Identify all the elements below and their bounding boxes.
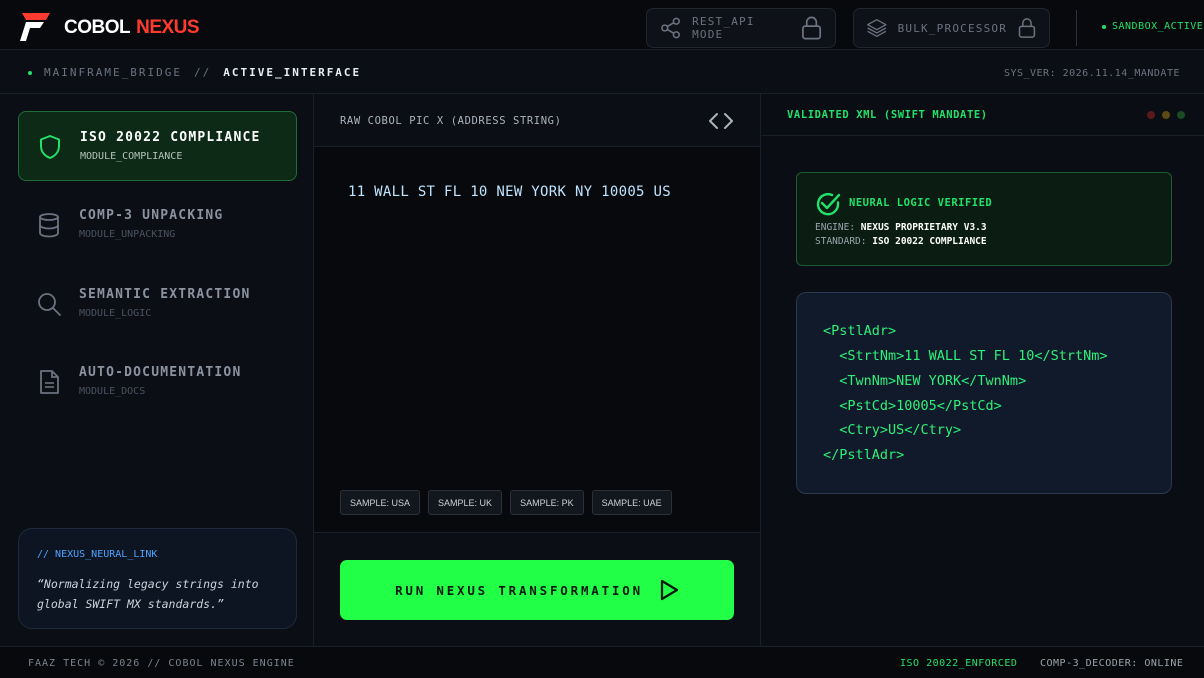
system-version: SYS_VER: 2026.11.14_MANDATE	[1003, 68, 1180, 79]
sample-usa-button[interactable]: SAMPLE: USA	[340, 490, 421, 515]
document-icon	[40, 370, 59, 394]
database-icon	[39, 213, 59, 238]
sidebar-item-title: SEMANTIC EXTRACTION	[79, 287, 251, 302]
output-panel: VALIDATED XML (SWIFT MANDATE) NEURAL LOG…	[760, 94, 1204, 646]
xml-line: <PstCd>10005</PstCd>	[823, 398, 1002, 414]
sidebar-item-auto-documentation[interactable]: AUTO-DOCUMENTATION MODULE_DOCS	[18, 347, 297, 417]
xml-line: <TwnNm>NEW YORK</TwnNm>	[823, 373, 1027, 389]
verification-card: NEURAL LOGIC VERIFIED ENGINE: NEXUS PROP…	[796, 172, 1172, 266]
sandbox-status-label: SANDBOX_ACTIVE	[1112, 21, 1204, 32]
footer-iso-status: ISO 20022_ENFORCED	[900, 658, 1018, 669]
lock-icon	[801, 16, 821, 40]
sidebar-item-title: COMP-3 UNPACKING	[79, 208, 224, 223]
search-icon	[38, 293, 61, 316]
xml-output[interactable]: <PstlAdr> <StrtNm>11 WALL ST FL 10</Strt…	[796, 292, 1172, 494]
layers-icon	[866, 19, 887, 37]
neural-link-heading: // NEXUS_NEURAL_LINK	[37, 549, 158, 560]
neural-link-card: // NEXUS_NEURAL_LINK “Normalizing legacy…	[18, 528, 297, 629]
run-transformation-button[interactable]: RUN NEXUS TRANSFORMATION	[340, 560, 734, 620]
output-panel-header: VALIDATED XML (SWIFT MANDATE)	[761, 94, 1204, 136]
sidebar-item-subtitle: MODULE_LOGIC	[79, 308, 152, 319]
rest-api-mode-button[interactable]: REST_API MODE	[646, 8, 836, 48]
sidebar-item-subtitle: MODULE_COMPLIANCE	[80, 151, 183, 162]
footer-copyright: FAAZ TECH © 2026 // COBOL NEXUS ENGINE	[28, 658, 295, 669]
standard-line: STANDARD: ISO 20022 COMPLIANCE	[815, 236, 987, 247]
standard-value: ISO 20022 COMPLIANCE	[872, 236, 987, 247]
sample-buttons: SAMPLE: USA SAMPLE: UK SAMPLE: PK SAMPLE…	[340, 490, 672, 515]
input-panel-header: RAW COBOL PIC X (ADDRESS STRING)	[314, 94, 760, 147]
sidebar: ISO 20022 COMPLIANCE MODULE_COMPLIANCE C…	[0, 94, 314, 646]
shield-icon	[40, 135, 60, 159]
sidebar-item-title: AUTO-DOCUMENTATION	[79, 365, 242, 380]
green-dot-icon	[1177, 111, 1185, 119]
xml-line: <PstlAdr>	[823, 323, 897, 339]
top-bar: COBOLNEXUS REST_API MODE BULK_PROCESSOR	[0, 0, 1204, 50]
engine-value: NEXUS PROPRIETARY V3.3	[860, 222, 987, 233]
sidebar-item-subtitle: MODULE_UNPACKING	[79, 229, 176, 240]
lock-icon	[1018, 18, 1036, 38]
breadcrumb: MAINFRAME_BRIDGE // ACTIVE_INTERFACE	[28, 66, 361, 79]
run-transformation-label: RUN NEXUS TRANSFORMATION	[395, 582, 643, 598]
breadcrumb-root[interactable]: MAINFRAME_BRIDGE	[44, 66, 182, 79]
brand-name-white: COBOL	[64, 17, 131, 38]
standard-label: STANDARD:	[815, 236, 867, 247]
rest-api-mode-label: REST_API MODE	[692, 15, 755, 41]
sidebar-item-subtitle: MODULE_DOCS	[79, 386, 146, 397]
sample-uk-button[interactable]: SAMPLE: UK	[428, 490, 503, 515]
breadcrumb-active: ACTIVE_INTERFACE	[223, 66, 362, 79]
sidebar-item-iso-20022-compliance[interactable]: ISO 20022 COMPLIANCE MODULE_COMPLIANCE	[18, 111, 297, 181]
sandbox-status: SANDBOX_ACTIVE	[1102, 21, 1203, 32]
sidebar-item-comp-3-unpacking[interactable]: COMP-3 UNPACKING MODULE_UNPACKING	[18, 190, 297, 260]
sidebar-item-semantic-extraction[interactable]: SEMANTIC EXTRACTION MODULE_LOGIC	[18, 269, 297, 339]
engine-line: ENGINE: NEXUS PROPRIETARY V3.3	[815, 222, 987, 233]
footer-decoder-status: COMP-3_DECODER: ONLINE	[1040, 658, 1184, 669]
input-panel: RAW COBOL PIC X (ADDRESS STRING) 11 WALL…	[314, 94, 760, 646]
sample-uae-button[interactable]: SAMPLE: UAE	[591, 490, 672, 515]
bulk-processor-button[interactable]: BULK_PROCESSOR	[853, 8, 1050, 48]
red-dot-icon	[1147, 111, 1155, 119]
check-circle-icon	[816, 193, 841, 216]
output-panel-title: VALIDATED XML (SWIFT MANDATE)	[787, 109, 988, 121]
engine-label: ENGINE:	[815, 222, 856, 233]
footer: FAAZ TECH © 2026 // COBOL NEXUS ENGINE I…	[0, 646, 1204, 678]
sample-pk-button[interactable]: SAMPLE: PK	[510, 490, 584, 515]
yellow-dot-icon	[1162, 111, 1170, 119]
xml-line: </PstlAdr>	[823, 447, 905, 463]
verification-title: NEURAL LOGIC VERIFIED	[849, 197, 993, 209]
breadcrumb-bar: MAINFRAME_BRIDGE // ACTIVE_INTERFACE SYS…	[0, 50, 1204, 94]
breadcrumb-dot-icon	[28, 70, 32, 75]
xml-line: <StrtNm>11 WALL ST FL 10</StrtNm>	[823, 348, 1108, 364]
brand-name: COBOL NEXUS	[64, 17, 200, 39]
cobol-nexus-logo-icon	[20, 13, 50, 41]
share-icon	[661, 17, 680, 39]
brand-name-red: NEXUS	[136, 17, 200, 38]
window-dots	[1147, 111, 1185, 119]
play-icon	[660, 579, 679, 601]
sidebar-item-title: ISO 20022 COMPLIANCE	[80, 130, 261, 145]
breadcrumb-separator: //	[193, 66, 212, 79]
raw-cobol-input[interactable]: 11 WALL ST FL 10 NEW YORK NY 10005 US	[348, 184, 671, 200]
xml-line: <Ctry>US</Ctry>	[823, 422, 962, 438]
input-panel-title: RAW COBOL PIC X (ADDRESS STRING)	[340, 115, 562, 127]
code-brackets-icon[interactable]	[708, 111, 734, 131]
header-divider	[1076, 10, 1077, 46]
neural-link-quote: “Normalizing legacy strings into global …	[37, 577, 259, 611]
status-dot-icon	[1102, 24, 1106, 29]
bulk-processor-label: BULK_PROCESSOR	[897, 21, 1008, 35]
run-zone: RUN NEXUS TRANSFORMATION	[314, 532, 760, 646]
